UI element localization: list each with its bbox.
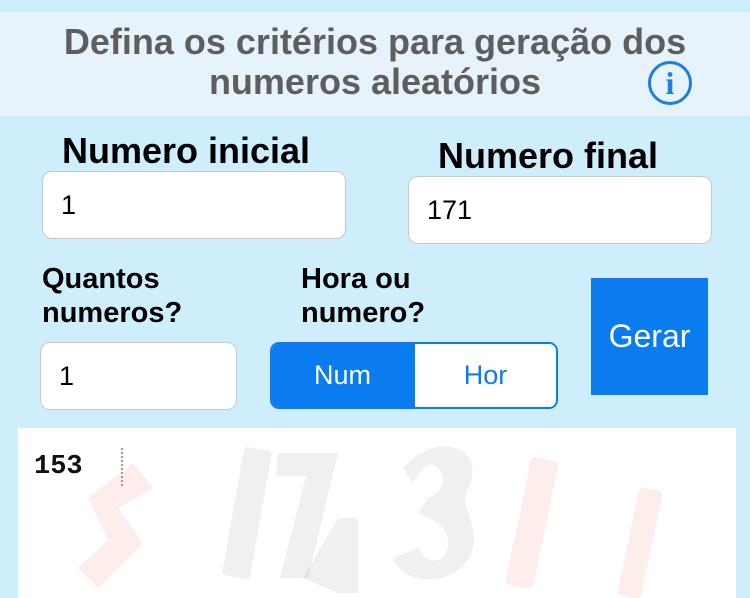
modo-label-line2: numero? xyxy=(301,297,426,329)
page-title-line1: Defina os critérios para geração dos xyxy=(63,21,687,62)
page-title-line2: numeros aleatórios xyxy=(208,61,542,102)
segment-hor[interactable]: Hor xyxy=(413,344,556,407)
numbers-watermark-image xyxy=(78,446,663,598)
modo-label-line1: Hora ou xyxy=(301,263,411,295)
output-text: 153 xyxy=(34,452,83,482)
modo-label: Hora ou numero? xyxy=(301,262,425,330)
numero-final-label: Numero final xyxy=(438,135,659,176)
info-icon[interactable]: i xyxy=(648,61,692,105)
modo-segmented-control: Num Hor xyxy=(270,342,558,409)
quantos-input[interactable]: 1 xyxy=(40,342,237,410)
output-area[interactable]: 153 xyxy=(18,428,736,598)
quantos-label-line1: Quantos xyxy=(42,263,160,295)
page-title: Defina os critérios para geração dos num… xyxy=(0,22,750,102)
segment-num[interactable]: Num xyxy=(272,344,413,407)
text-caret xyxy=(121,448,123,486)
gerar-button[interactable]: Gerar xyxy=(591,278,708,395)
numero-inicial-label: Numero inicial xyxy=(62,130,311,171)
numero-final-input[interactable]: 171 xyxy=(408,176,712,244)
numero-inicial-input[interactable]: 1 xyxy=(42,171,346,239)
quantos-label-line2: numeros? xyxy=(42,297,183,329)
quantos-label: Quantos numeros? xyxy=(42,262,182,330)
